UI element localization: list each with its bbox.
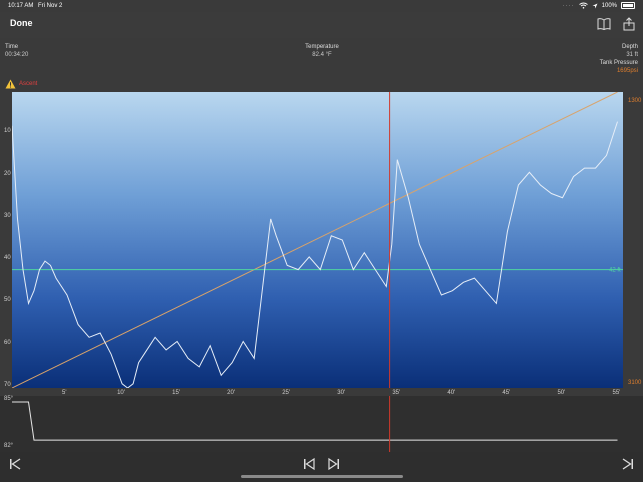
tank-pressure-label: Tank Pressure <box>599 60 638 66</box>
depth-readout: Depth 31 ft Tank Pressure 1695psi <box>600 43 638 75</box>
pressure-axis-bottom: 3100 <box>628 380 642 386</box>
battery-icon <box>621 2 635 9</box>
temperature-value: 82.4 °F <box>312 52 332 58</box>
step-back-icon[interactable] <box>302 457 316 471</box>
temperature-readout: Temperature 82.4 °F <box>280 43 364 59</box>
depth-tick-label: 70 <box>4 382 11 388</box>
location-icon <box>592 3 598 8</box>
status-time: 10:17 AM <box>8 3 34 9</box>
temperature-panel: 85° 82° <box>0 396 643 452</box>
time-label: Time <box>5 44 19 50</box>
ascent-warning: Ascent <box>5 79 37 89</box>
depth-line <box>12 121 618 388</box>
temp-axis-top: 85° <box>4 396 14 402</box>
battery-percent: 100% <box>601 2 617 9</box>
time-value: 00:34:20 <box>5 52 29 58</box>
wifi-icon <box>578 2 588 9</box>
depth-tick-label: 30 <box>4 212 11 219</box>
pressure-line <box>12 92 618 388</box>
temp-axis-bottom: 82° <box>4 443 14 449</box>
temperature-plot <box>12 396 618 452</box>
warning-icon <box>5 79 16 89</box>
skip-end-icon[interactable] <box>621 457 635 471</box>
reference-depth-label: 42 ft <box>609 268 621 274</box>
done-button[interactable]: Done <box>10 18 33 28</box>
status-right: ···· 100% <box>563 2 635 9</box>
skip-start-icon[interactable] <box>8 457 22 471</box>
depth-tick-label: 60 <box>4 339 11 346</box>
playback-bar <box>0 452 643 482</box>
navigation-bar: Done <box>0 12 643 38</box>
dive-profile-plot: 42 ft <box>12 92 623 388</box>
status-bar: 10:17 AM Fri Nov 2 ···· 100% <box>0 0 643 12</box>
depth-label: Depth <box>621 44 638 50</box>
depth-tick-label: 10 <box>4 128 11 135</box>
depth-tick-label: 50 <box>4 297 11 304</box>
depth-tick-label: 20 <box>4 170 11 177</box>
tank-pressure-value: 1695psi <box>616 68 638 74</box>
temperature-label: Temperature <box>305 44 339 50</box>
time-readout: Time 00:34:20 <box>5 43 28 59</box>
status-date: Fri Nov 2 <box>38 3 63 9</box>
multitask-dots-icon: ···· <box>562 2 575 9</box>
home-indicator <box>241 475 403 478</box>
temperature-line <box>12 401 618 441</box>
depth-value: 31 ft <box>626 52 638 58</box>
export-icon[interactable] <box>622 17 636 31</box>
pressure-axis-top: 1300 <box>628 98 642 104</box>
book-icon[interactable] <box>597 17 611 31</box>
warning-text: Ascent <box>19 81 38 87</box>
step-forward-icon[interactable] <box>327 457 341 471</box>
dive-profile-chart[interactable]: 42 ft <box>12 92 623 388</box>
depth-tick-label: 40 <box>4 255 11 262</box>
